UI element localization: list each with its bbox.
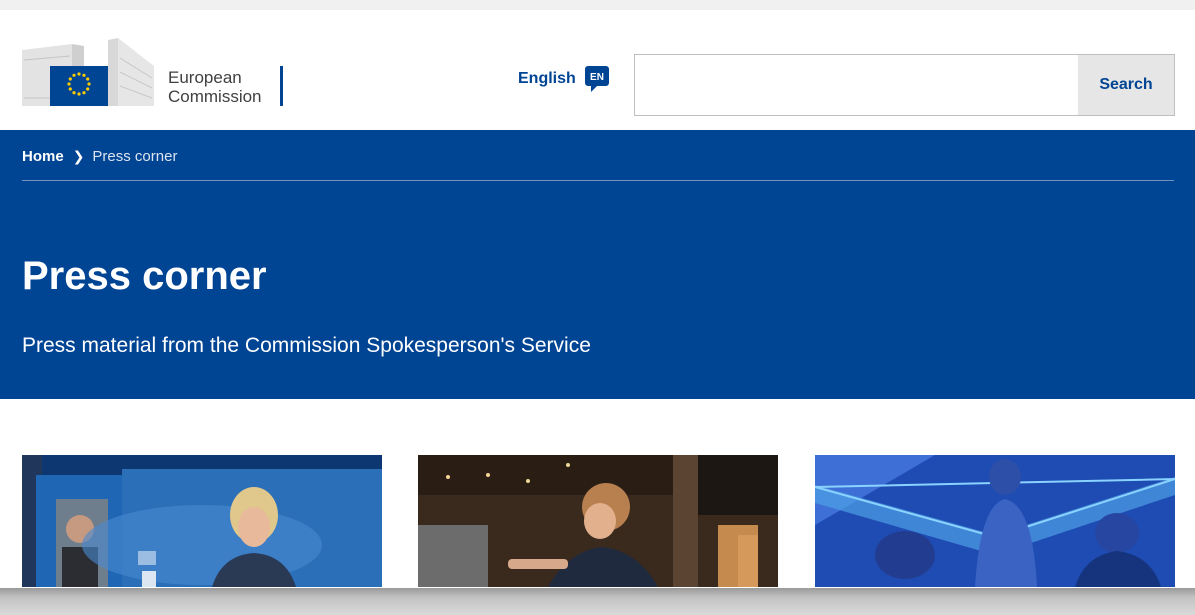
search-button[interactable]: Search (1078, 55, 1174, 115)
language-code: EN (590, 72, 604, 83)
site-header: European Commission English EN Search (0, 10, 1195, 130)
breadcrumb-home-link[interactable]: Home (22, 148, 64, 165)
barista-image (418, 455, 778, 587)
laboratory-image (815, 455, 1175, 587)
news-card-1[interactable] (22, 455, 382, 587)
page-hero: Home ❯ Press corner Press corner Press m… (0, 130, 1195, 399)
breadcrumb-divider (22, 180, 1174, 181)
logo-wordmark: European Commission (168, 68, 262, 106)
top-strip (0, 0, 1195, 10)
logo-line-european: European (168, 68, 242, 87)
language-label: English (518, 70, 576, 87)
logo-line-commission: Commission (168, 87, 262, 106)
search-form: Search (634, 54, 1175, 116)
search-input[interactable] (635, 55, 1078, 115)
press-conference-image (22, 455, 382, 587)
bottom-scroll-strip (0, 588, 1195, 615)
news-card-3[interactable] (815, 455, 1175, 587)
eu-flag-building-icon (22, 38, 154, 106)
language-selector[interactable]: English EN (518, 64, 610, 94)
page-title: Press corner (22, 254, 267, 298)
logo-divider-bar (280, 66, 283, 106)
news-card-2[interactable] (418, 455, 778, 587)
page-subtitle: Press material from the Commission Spoke… (22, 334, 591, 357)
speech-bubble-icon: EN (584, 66, 609, 92)
chevron-right-icon: ❯ (72, 148, 85, 164)
european-commission-logo[interactable]: European Commission (22, 38, 292, 110)
breadcrumb: Home ❯ Press corner (22, 148, 177, 165)
breadcrumb-current: Press corner (92, 148, 178, 165)
